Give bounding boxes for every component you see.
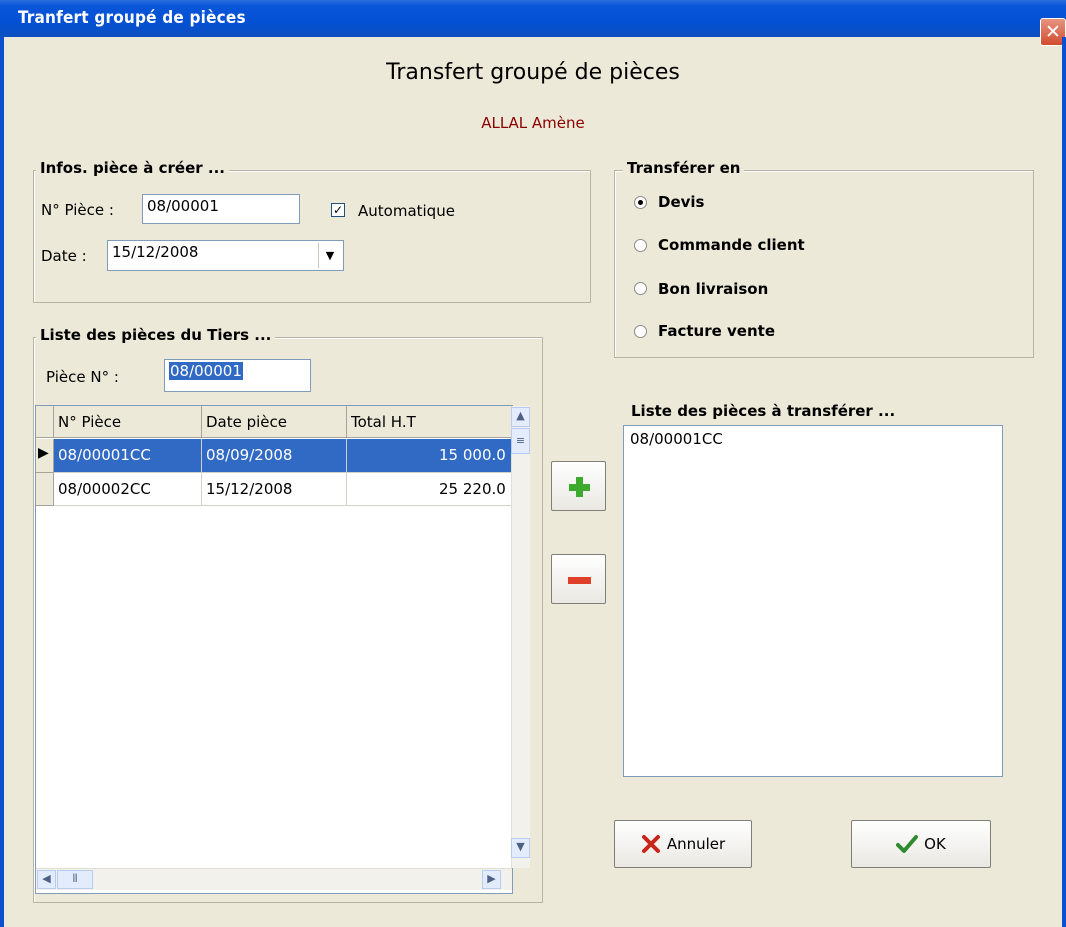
piece-search-value: 08/00001 xyxy=(169,362,243,380)
transfer-group-label: Transférer en xyxy=(623,159,745,177)
col-header-date[interactable]: Date pièce xyxy=(202,406,347,438)
scroll-thumb-horizontal[interactable]: ⦀ xyxy=(57,870,93,889)
cell-date: 15/12/2008 xyxy=(202,473,347,506)
scroll-up-icon[interactable]: ▲ xyxy=(511,407,530,427)
check-icon xyxy=(896,835,919,853)
infos-group-label: Infos. pièce à créer ... xyxy=(36,159,229,177)
horizontal-scrollbar[interactable] xyxy=(36,868,512,890)
cell-total: 15 000.0 xyxy=(347,439,512,473)
automatique-label: Automatique xyxy=(358,202,455,220)
cancel-button[interactable]: Annuler xyxy=(614,820,752,868)
row-selector xyxy=(36,473,54,506)
target-group-label: Liste des pièces à transférer ... xyxy=(627,402,900,420)
tiers-name: ALLAL Amène xyxy=(481,114,585,132)
date-label: Date : xyxy=(41,247,87,265)
radio-devis-label: Devis xyxy=(658,193,705,211)
ok-button[interactable]: OK xyxy=(851,820,991,868)
cross-icon xyxy=(641,835,660,853)
radio-commande-client-label: Commande client xyxy=(658,236,805,254)
list-item[interactable]: 08/00001CC xyxy=(624,426,1002,452)
cell-num: 08/00002CC xyxy=(54,473,202,506)
grid-corner xyxy=(36,406,54,438)
add-button[interactable] xyxy=(551,461,606,511)
col-header-num[interactable]: N° Pièce xyxy=(54,406,202,438)
radio-devis[interactable] xyxy=(634,196,647,209)
window-frame-left xyxy=(0,37,4,927)
vertical-scrollbar[interactable] xyxy=(511,406,530,868)
table-row[interactable]: 08/00002CC 15/12/2008 25 220.0 xyxy=(36,473,512,506)
radio-bon-livraison-label: Bon livraison xyxy=(658,280,769,298)
scroll-left-icon[interactable]: ◀ xyxy=(37,870,56,889)
cell-total: 25 220.0 xyxy=(347,473,512,506)
plus-icon xyxy=(569,477,590,497)
dropdown-arrow-icon[interactable]: ▼ xyxy=(318,243,341,268)
num-piece-label: N° Pièce : xyxy=(41,201,114,219)
scroll-thumb-vertical[interactable]: ≡ xyxy=(511,428,530,454)
window-frame-right xyxy=(1062,37,1066,927)
col-header-total[interactable]: Total H.T xyxy=(347,406,512,438)
date-select[interactable]: 15/12/2008 xyxy=(107,240,344,271)
tiers-group-label: Liste des pièces du Tiers ... xyxy=(36,326,276,344)
cell-date: 08/09/2008 xyxy=(202,439,347,473)
piece-search-input[interactable]: 08/00001 xyxy=(164,359,311,392)
scroll-down-icon[interactable]: ▼ xyxy=(511,838,530,858)
ok-button-label: OK xyxy=(924,835,946,853)
date-select-value: 15/12/2008 xyxy=(112,243,199,261)
infos-group xyxy=(33,170,591,303)
minus-icon xyxy=(568,577,591,584)
dialog-heading: Transfert groupé de pièces xyxy=(386,60,680,85)
row-pointer-icon: ▶ xyxy=(36,439,54,473)
piece-search-label: Pièce N° : xyxy=(46,368,119,386)
radio-commande-client[interactable] xyxy=(634,239,647,252)
radio-bon-livraison[interactable] xyxy=(634,282,647,295)
radio-facture-vente[interactable] xyxy=(634,325,647,338)
automatique-checkbox[interactable]: ✓ xyxy=(331,203,345,217)
scroll-right-icon[interactable]: ▶ xyxy=(482,870,501,889)
remove-button[interactable] xyxy=(551,554,606,604)
window-title: Tranfert groupé de pièces xyxy=(18,8,246,28)
radio-facture-vente-label: Facture vente xyxy=(658,322,775,340)
cancel-button-label: Annuler xyxy=(666,835,726,853)
table-row[interactable]: ▶ 08/00001CC 08/09/2008 15 000.0 xyxy=(36,439,512,473)
cell-num: 08/00001CC xyxy=(54,439,202,473)
num-piece-input[interactable]: 08/00001 xyxy=(142,194,300,224)
target-list[interactable]: 08/00001CC xyxy=(623,425,1003,777)
